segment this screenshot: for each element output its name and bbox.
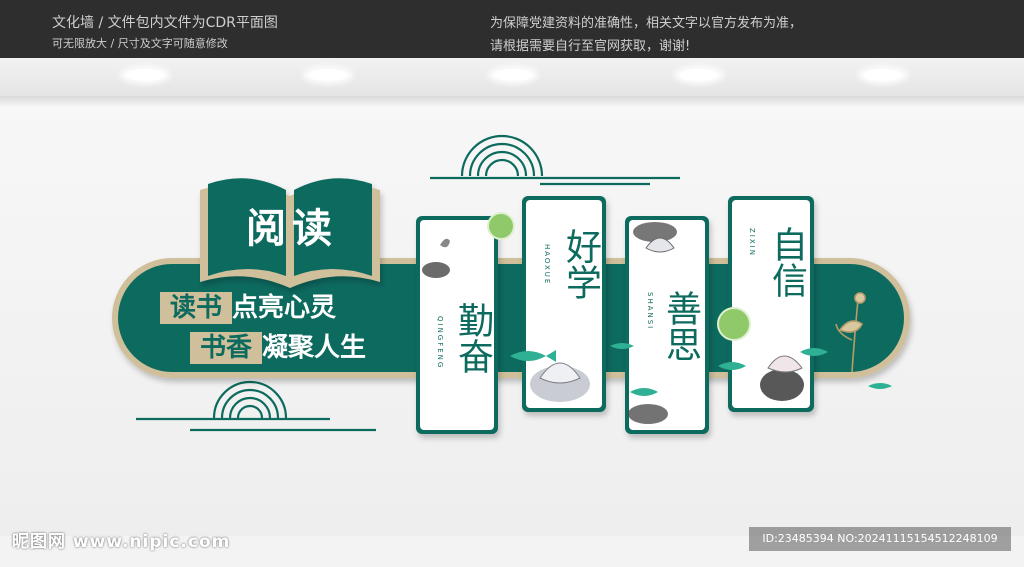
panel-pinyin-shansi: SHANSI — [646, 292, 654, 331]
slogan-line1: 读书 点亮心灵 — [160, 292, 336, 324]
slogan-line1-text: 点亮心灵 — [232, 293, 337, 323]
wall-art — [112, 134, 910, 434]
book-title: 阅读 — [246, 205, 338, 252]
panel-title-haoxue: 好学 — [560, 228, 601, 300]
slogan-line2-text: 凝聚人生 — [262, 333, 367, 363]
panel-pinyin-qinfen: QINGFENG — [436, 316, 444, 370]
cloud-motif-bottom — [136, 380, 376, 432]
panel-title-shansi: 善思 — [660, 290, 701, 362]
panel-title-qinfen: 勤奋 — [452, 302, 493, 374]
cloud-motif-top — [430, 134, 680, 186]
watermark-id: ID:23485394 NO:20241115154512248109 — [749, 527, 1011, 551]
panel-title-zixin: 自信 — [766, 226, 807, 298]
watermark-site: 昵图网 www.nipic.com — [12, 532, 231, 552]
panel-pinyin-zixin: ZIXIN — [748, 228, 756, 257]
panel-pinyin-haoxue: HAOXUE — [543, 244, 551, 286]
slogan-line2: 书香 凝聚人生 — [190, 332, 366, 364]
slogan-line1-highlight: 读书 — [169, 293, 222, 323]
lotus-leaf-icon — [717, 307, 751, 341]
slogan-line2-highlight: 书香 — [199, 333, 252, 363]
lotus-leaf-icon — [487, 212, 515, 240]
